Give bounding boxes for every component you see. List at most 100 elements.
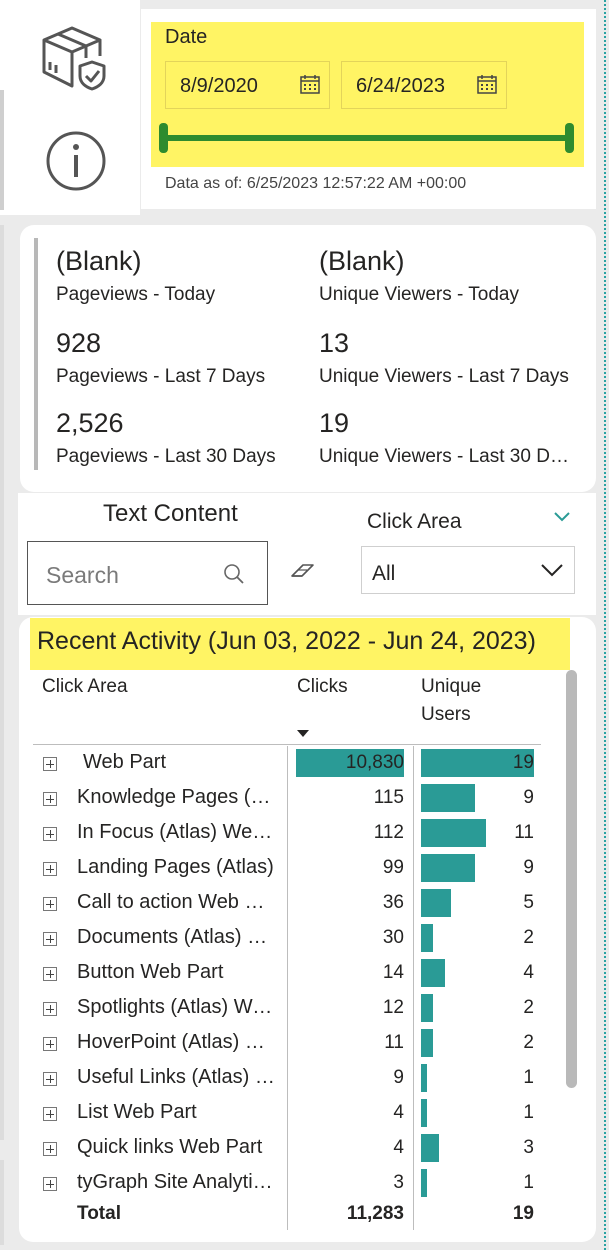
expand-plus-icon[interactable] — [43, 862, 57, 876]
recent-activity-title: Recent Activity (Jun 03, 2022 - Jun 24, … — [37, 627, 536, 655]
expand-plus-icon[interactable] — [43, 792, 57, 806]
row-clicks-value: 99 — [382, 857, 404, 878]
chevron-down-icon[interactable] — [553, 509, 571, 528]
start-date-value: 8/9/2020 — [180, 75, 258, 97]
expand-plus-icon[interactable] — [43, 1002, 57, 1016]
row-unique-users-value: 2 — [523, 997, 534, 1018]
row-unique-users-value: 1 — [523, 1067, 534, 1088]
unique-users-header-line1: Unique — [421, 676, 482, 697]
expand-plus-icon[interactable] — [43, 1107, 57, 1121]
column-header-clicks[interactable]: Clicks — [297, 673, 348, 701]
eraser-icon[interactable] — [289, 561, 317, 586]
package-shield-icon[interactable] — [38, 22, 114, 97]
total-unique-users: 19 — [512, 1203, 534, 1224]
unique-users-header-line2: Users — [421, 704, 471, 725]
table-row[interactable]: Landing Pages (Atlas) 99 9 — [0, 852, 600, 887]
unique-viewers-today-label: Unique Viewers - Today — [319, 284, 519, 305]
table-total-row: Total 11,283 19 — [0, 1200, 600, 1230]
table-row[interactable]: HoverPoint (Atlas) Web Part 11 2 — [0, 1027, 600, 1062]
date-range-end-handle[interactable] — [565, 123, 574, 153]
expand-plus-icon[interactable] — [43, 1177, 57, 1191]
data-as-of-text: Data as of: 6/25/2023 12:57:22 AM +00:00 — [165, 175, 467, 192]
table-row[interactable]: tyGraph Site Analytics Web Part 3 1 — [0, 1167, 600, 1202]
expand-plus-icon[interactable] — [43, 967, 57, 981]
click-area-label: Click Area — [367, 510, 462, 533]
row-unique-users-value: 11 — [514, 822, 534, 843]
unique-viewers-30-days-value: 19 — [319, 408, 350, 438]
pageviews-7-days-label: Pageviews - Last 7 Days — [56, 366, 266, 387]
row-unique-users-value: 9 — [523, 857, 534, 878]
search-icon[interactable] — [223, 563, 245, 590]
pageviews-today-label: Pageviews - Today — [56, 284, 216, 305]
date-range-start-handle[interactable] — [159, 123, 168, 153]
row-click-area-name: tyGraph Site Analytics Web Part — [77, 1171, 277, 1193]
expand-plus-icon[interactable] — [43, 932, 57, 946]
row-click-area-name: Web Part — [83, 751, 166, 773]
unique-viewers-7-days-value: 13 — [319, 328, 350, 358]
table-row[interactable]: Button Web Part 14 4 — [0, 957, 600, 992]
expand-plus-icon[interactable] — [43, 1037, 57, 1051]
row-unique-users-value: 3 — [523, 1137, 534, 1158]
kpi-accent-bar — [34, 238, 38, 470]
row-unique-users-value: 1 — [523, 1172, 534, 1193]
expand-plus-icon[interactable] — [43, 827, 57, 841]
end-date-value: 6/24/2023 — [356, 75, 445, 97]
column-header-click-area[interactable]: Click Area — [42, 673, 128, 701]
table-row[interactable]: Call to action Web Part 36 5 — [0, 887, 600, 922]
table-row[interactable]: Web Part 10,830 19 — [0, 747, 600, 782]
row-click-area-name: Button Web Part — [77, 961, 224, 983]
row-clicks-value: 115 — [373, 787, 404, 808]
calendar-icon[interactable] — [476, 73, 498, 100]
total-clicks: 11,283 — [346, 1203, 404, 1224]
table-row[interactable]: Useful Links (Atlas) Web Part 9 1 — [0, 1062, 600, 1097]
column-header-unique-users[interactable]: Unique Users — [421, 673, 481, 729]
sort-descending-icon — [297, 730, 309, 737]
row-unique-users-value: 4 — [523, 962, 534, 983]
expand-plus-icon[interactable] — [43, 757, 57, 771]
row-click-area-name: Quick links Web Part — [77, 1136, 263, 1158]
table-row[interactable]: Spotlights (Atlas) Web Part 12 2 — [0, 992, 600, 1027]
row-clicks-value: 11 — [384, 1032, 404, 1053]
row-click-area-name: HoverPoint (Atlas) Web Part — [77, 1031, 277, 1053]
row-click-area-name: In Focus (Atlas) Web Part — [77, 821, 277, 843]
row-clicks-value: 112 — [373, 822, 404, 843]
search-placeholder: Search — [46, 562, 119, 588]
date-range-slider-track[interactable] — [163, 135, 570, 141]
unique-viewers-30-days-label: Unique Viewers - Last 30 Days — [319, 446, 575, 467]
row-click-area-name: Landing Pages (Atlas) — [77, 856, 274, 878]
expand-plus-icon[interactable] — [43, 897, 57, 911]
calendar-icon[interactable] — [299, 73, 321, 100]
table-row[interactable]: Knowledge Pages (Atlas) 115 9 — [0, 782, 600, 817]
row-unique-users-value: 2 — [523, 927, 534, 948]
row-click-area-name: Call to action Web Part — [77, 891, 277, 913]
row-click-area-name: Documents (Atlas) Web Part — [77, 926, 277, 948]
row-unique-users-value: 2 — [523, 1032, 534, 1053]
info-icon[interactable] — [45, 130, 107, 197]
row-clicks-value: 36 — [382, 892, 404, 913]
page-border — [604, 0, 606, 1250]
table-row[interactable]: In Focus (Atlas) Web Part 112 11 — [0, 817, 600, 852]
table-row[interactable]: List Web Part 4 1 — [0, 1097, 600, 1132]
table-row[interactable]: Documents (Atlas) Web Part 30 2 — [0, 922, 600, 957]
row-click-area-name: Spotlights (Atlas) Web Part — [77, 996, 277, 1018]
chevron-down-icon[interactable] — [540, 562, 564, 583]
row-click-area-name: Knowledge Pages (Atlas) — [77, 786, 277, 808]
row-unique-users-value: 19 — [512, 752, 534, 773]
date-slicer-label: Date — [165, 26, 208, 48]
pageviews-30-days-label: Pageviews - Last 30 Days — [56, 446, 276, 467]
start-date-input[interactable]: 8/9/2020 — [165, 61, 330, 109]
row-unique-users-value: 5 — [523, 892, 534, 913]
click-area-dropdown[interactable]: All — [361, 546, 575, 594]
end-date-input[interactable]: 6/24/2023 — [341, 61, 507, 109]
pageviews-30-days-value: 2,526 — [56, 408, 124, 438]
pageviews-7-days-value: 928 — [56, 328, 102, 358]
table-scrollbar[interactable] — [566, 670, 577, 1088]
row-clicks-value: 12 — [382, 997, 404, 1018]
row-clicks-value: 14 — [382, 962, 404, 983]
expand-plus-icon[interactable] — [43, 1142, 57, 1156]
expand-plus-icon[interactable] — [43, 1072, 57, 1086]
table-row[interactable]: Quick links Web Part 4 3 — [0, 1132, 600, 1167]
total-label: Total — [77, 1203, 121, 1224]
search-input[interactable]: Search — [27, 541, 268, 605]
text-content-title: Text Content — [103, 500, 238, 527]
